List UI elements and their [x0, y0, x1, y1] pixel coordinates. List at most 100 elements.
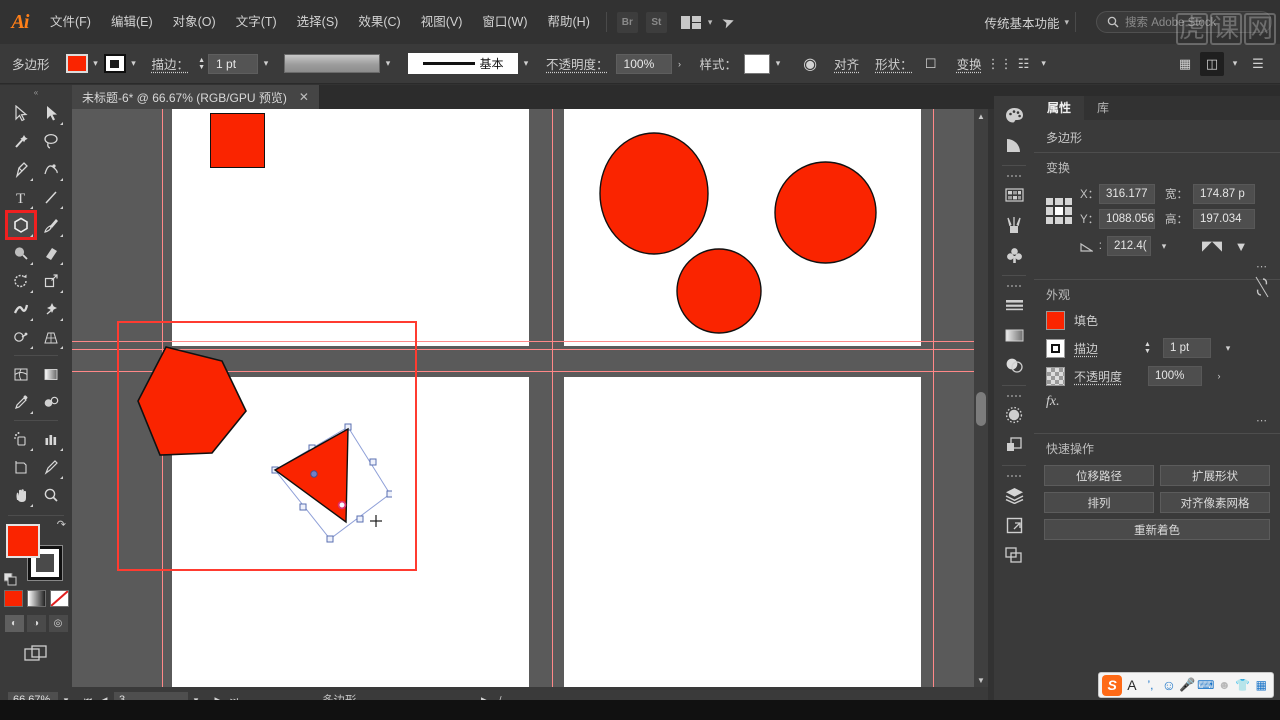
appearance-stroke-swatch[interactable]	[1046, 338, 1065, 358]
opacity-options-icon[interactable]: ›	[1211, 366, 1227, 386]
menu-file[interactable]: 文件(F)	[40, 0, 101, 44]
stroke-style-dropdown-icon[interactable]: ▾	[380, 54, 396, 74]
reference-point-selector[interactable]	[1046, 198, 1072, 224]
sogou-logo-icon[interactable]: S	[1102, 674, 1123, 696]
appearance-more-options[interactable]: ⋯	[1034, 412, 1280, 433]
color-panel-icon[interactable]	[994, 100, 1034, 130]
style-dropdown-icon[interactable]: ▾	[770, 54, 786, 74]
tool-shape-builder[interactable]	[6, 323, 36, 351]
tool-magic-wand[interactable]	[6, 127, 36, 155]
expand-shape-button[interactable]: 扩展形状	[1160, 465, 1270, 486]
appearance-stroke-dropdown-icon[interactable]: ▾	[1220, 338, 1236, 358]
punctuation-icon[interactable]: ’,	[1142, 675, 1159, 695]
tool-width[interactable]	[6, 295, 36, 323]
menu-window[interactable]: 窗口(W)	[472, 0, 537, 44]
appearance-stroke-weight-input[interactable]: 1 pt	[1163, 338, 1211, 358]
stroke-weight-input[interactable]: 1 pt	[208, 53, 259, 74]
tool-eraser[interactable]	[36, 239, 66, 267]
tool-curvature[interactable]	[36, 155, 66, 183]
transform-x-input[interactable]: 316.177	[1099, 184, 1155, 204]
transform-w-input[interactable]: 174.87 p	[1193, 184, 1255, 204]
stock-app-icon[interactable]: St	[645, 11, 667, 33]
swap-fill-stroke-icon[interactable]: ↷	[57, 518, 66, 531]
transform-more-options[interactable]: ⋯	[1034, 258, 1280, 279]
opacity-label[interactable]: 不透明度：	[546, 54, 609, 73]
profile-dropdown-icon[interactable]: ▾	[518, 54, 534, 74]
tool-eyedropper[interactable]	[6, 388, 36, 416]
appearance-stroke-label[interactable]: 描边	[1074, 340, 1132, 357]
symbols-icon[interactable]	[994, 240, 1034, 270]
scroll-up-icon[interactable]: ▲	[974, 109, 988, 123]
close-icon[interactable]: ✕	[299, 90, 309, 104]
toolbar-fill-swatch[interactable]	[6, 524, 40, 558]
emoji-icon[interactable]: ☺	[1160, 675, 1177, 695]
screen-mode-button[interactable]	[23, 644, 49, 664]
tool-line-segment[interactable]	[36, 183, 66, 211]
workspace-chevron-icon[interactable]: ▾	[1064, 17, 1069, 28]
draw-normal-button[interactable]: ◐	[4, 615, 24, 632]
appearance-opacity-input[interactable]: 100%	[1148, 366, 1202, 386]
tool-symbol-sprayer[interactable]	[6, 425, 36, 453]
color-guide-icon[interactable]	[994, 130, 1034, 160]
shape-options-icon[interactable]: ☐	[919, 52, 943, 76]
ellipse-shape-large[interactable]	[598, 131, 710, 256]
effects-icon[interactable]	[994, 400, 1034, 430]
pathfinder-icon[interactable]	[994, 430, 1034, 460]
circle-shape-small[interactable]	[675, 247, 763, 335]
tool-scale[interactable]	[36, 267, 66, 295]
input-mode-icon[interactable]: A	[1123, 675, 1140, 695]
none-mode-button[interactable]	[49, 590, 69, 607]
arrange-button[interactable]: 排列	[1044, 492, 1154, 513]
menu-type[interactable]: 文字(T)	[226, 0, 287, 44]
tool-perspective-grid[interactable]	[36, 323, 66, 351]
select-similar-icon[interactable]: ☷	[1012, 52, 1036, 76]
artboards-icon[interactable]	[994, 510, 1034, 540]
brushes-icon[interactable]	[994, 210, 1034, 240]
distribute-spacing-icon[interactable]: ▦	[1173, 52, 1197, 76]
transparency-icon[interactable]	[994, 350, 1034, 380]
align-panel-icon[interactable]: ◫	[1200, 51, 1224, 76]
flip-vertical-icon[interactable]: ▼	[1229, 234, 1253, 258]
opacity-input[interactable]: 100%	[615, 53, 672, 74]
transform-y-input[interactable]: 1088.056	[1099, 209, 1155, 229]
tool-type[interactable]: T	[6, 183, 36, 211]
draw-behind-button[interactable]: ◑	[26, 615, 46, 632]
menu-effect[interactable]: 效果(C)	[348, 0, 410, 44]
appearance-stroke-stepper[interactable]: ▲ ▼	[1141, 338, 1154, 358]
shape-label[interactable]: 形状：	[875, 54, 913, 73]
share-rocket-icon[interactable]: ➤	[720, 11, 738, 32]
tool-pen[interactable]	[6, 155, 36, 183]
stroke-icon[interactable]	[994, 290, 1034, 320]
align-label[interactable]: 对齐	[834, 54, 859, 73]
artboard-bottom-right[interactable]	[564, 377, 921, 687]
circle-shape-right[interactable]	[773, 160, 878, 265]
recolor-button[interactable]: 重新着色	[1044, 519, 1270, 540]
color-mode-button[interactable]	[3, 590, 23, 607]
menu-select[interactable]: 选择(S)	[287, 0, 349, 44]
graphic-style-swatch[interactable]	[744, 53, 771, 74]
tool-free-transform[interactable]	[36, 295, 66, 323]
tool-gradient[interactable]	[36, 360, 66, 388]
scroll-down-icon[interactable]: ▼	[974, 673, 988, 687]
opacity-expand-icon[interactable]: ›	[672, 54, 688, 74]
tool-direct-selection[interactable]	[36, 99, 66, 127]
vertical-scroll-thumb[interactable]	[976, 392, 986, 426]
tool-slice[interactable]	[36, 453, 66, 481]
transform-h-input[interactable]: 197.034	[1193, 209, 1255, 229]
arrange-chevron-icon[interactable]: ▾	[708, 17, 713, 28]
vertical-scrollbar[interactable]: ▲ ▼	[974, 109, 988, 687]
tool-mesh[interactable]	[6, 360, 36, 388]
gradient-icon[interactable]	[994, 320, 1034, 350]
draw-inside-button[interactable]: ◎	[48, 615, 68, 632]
square-shape[interactable]	[210, 113, 265, 168]
align-pixel-grid-button[interactable]: 对齐像素网格	[1160, 492, 1270, 513]
fill-color-swatch[interactable]	[65, 54, 88, 73]
appearance-fill-swatch[interactable]	[1046, 311, 1065, 330]
stroke-weight-label[interactable]: 描边：	[152, 54, 190, 73]
align-chevron-icon[interactable]: ▾	[1227, 54, 1243, 74]
tool-blend[interactable]	[36, 388, 66, 416]
gradient-mode-button[interactable]	[26, 590, 46, 607]
voice-icon[interactable]: 🎤	[1179, 675, 1196, 695]
tab-libraries[interactable]: 库	[1084, 96, 1122, 120]
user-icon[interactable]: ☻	[1216, 675, 1233, 695]
